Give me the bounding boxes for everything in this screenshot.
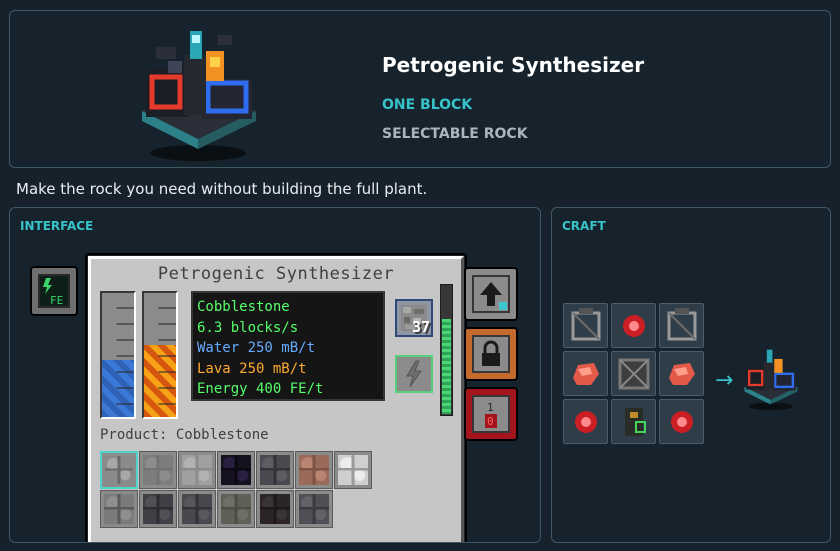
craft-arrow-icon: →: [715, 368, 734, 393]
tuff-icon: [221, 494, 251, 524]
rock-option-granite[interactable]: [295, 451, 333, 489]
tag-one-block: ONE BLOCK: [382, 97, 473, 113]
deepslate-icon: [143, 494, 173, 524]
rock-option-stone-bricks[interactable]: [100, 490, 138, 528]
energy-slot[interactable]: [395, 355, 433, 393]
arrow-up-icon: [480, 282, 507, 310]
stone-bricks-icon: [104, 494, 134, 524]
rock-option-cobblestone[interactable]: [100, 451, 138, 489]
machine-frame-icon: [667, 308, 697, 341]
gui-title: Petrogenic Synthesizer: [157, 264, 395, 284]
rock-option-polished-deepslate[interactable]: [178, 490, 216, 528]
raw-copper-icon: [573, 363, 599, 385]
craft-slot: [611, 351, 656, 396]
cobbled-deepslate-icon: [260, 455, 290, 485]
tag-selectable-rock: SELECTABLE ROCK: [382, 126, 528, 142]
redstone-crystal-icon: [575, 411, 597, 433]
stone-icon: [143, 455, 173, 485]
energy-bar-fill: [442, 318, 451, 414]
basalt-icon: [299, 494, 329, 524]
redstone-crystal-icon: [623, 315, 645, 337]
info-energy: Energy 400 FE/t: [197, 381, 324, 397]
machine-block-image: [142, 31, 256, 161]
polished-deepslate-icon: [182, 494, 212, 524]
craft-slot: [563, 303, 608, 348]
craft-slot: [611, 399, 656, 444]
diorite-icon: [338, 455, 368, 485]
info-screen: Cobblestone 6.3 blocks/s Water 250 mB/t …: [191, 291, 385, 401]
lock-button[interactable]: [464, 327, 518, 381]
rock-option-basalt[interactable]: [295, 490, 333, 528]
redstone-top-label: 1: [487, 401, 494, 414]
rock-option-cobbled-deepslate[interactable]: [256, 451, 294, 489]
craft-slot: [659, 351, 704, 396]
smooth-stone-icon: [182, 455, 212, 485]
rock-option-obsidian[interactable]: [217, 451, 255, 489]
info-product: Cobblestone: [197, 299, 290, 315]
upgrade-button[interactable]: [464, 267, 518, 321]
redstone-toggle-icon: 1 0: [485, 401, 497, 428]
iron-frame-icon: [618, 358, 650, 390]
fe-label: FE: [50, 294, 63, 306]
craft-slot: [659, 303, 704, 348]
rock-option-tuff[interactable]: [217, 490, 255, 528]
lock-icon: [482, 340, 500, 366]
lava-tank[interactable]: [142, 291, 178, 419]
raw-copper-icon: [669, 363, 695, 385]
rock-option-blackstone[interactable]: [256, 490, 294, 528]
obsidian-icon: [221, 455, 251, 485]
info-water: Water 250 mB/t: [197, 340, 316, 356]
output-slot[interactable]: 37: [395, 299, 433, 337]
craft-section-label: CRAFT: [562, 219, 606, 233]
interface-section-label: INTERFACE: [20, 219, 94, 233]
redstone-bottom-label: 0: [487, 415, 494, 428]
product-header-panel: Petrogenic Synthesizer ONE BLOCK SELECTA…: [9, 10, 831, 168]
craft-slot: [563, 399, 608, 444]
product-title: Petrogenic Synthesizer: [382, 53, 645, 77]
info-lava: Lava 250 mB/t: [197, 360, 307, 377]
machine-core-icon: [625, 408, 646, 436]
output-count: 37: [411, 318, 430, 336]
rock-option-smooth-stone[interactable]: [178, 451, 216, 489]
interface-panel: INTERFACE FE Petrogenic Synthesizer Cobb…: [9, 207, 541, 543]
rock-option-deepslate[interactable]: [139, 490, 177, 528]
lightning-icon: FE: [43, 278, 63, 307]
water-tank[interactable]: [100, 291, 136, 419]
product-tagline: Make the rock you need without building …: [16, 180, 428, 198]
lightning-icon: [406, 360, 422, 388]
machine-block-result-icon: [744, 349, 798, 411]
cobblestone-icon: [105, 456, 133, 484]
info-rate: 6.3 blocks/s: [197, 319, 299, 336]
rock-option-diorite[interactable]: [334, 451, 372, 489]
granite-icon: [299, 455, 329, 485]
blackstone-icon: [260, 494, 290, 524]
energy-config-button[interactable]: FE: [30, 266, 78, 316]
fe-display: FE: [38, 274, 70, 308]
product-label: Product: Cobblestone: [100, 427, 269, 443]
craft-slot: [659, 399, 704, 444]
redstone-mode-button[interactable]: 1 0: [464, 387, 518, 441]
craft-slot: [563, 351, 608, 396]
machine-frame-icon: [571, 308, 601, 341]
redstone-crystal-icon: [671, 411, 693, 433]
energy-bar: [440, 284, 453, 416]
machine-gui: Petrogenic Synthesizer Cobblestone 6.3 b…: [88, 256, 464, 542]
craft-slot: [611, 303, 656, 348]
rock-option-stone[interactable]: [139, 451, 177, 489]
craft-panel: CRAFT →: [551, 207, 831, 543]
